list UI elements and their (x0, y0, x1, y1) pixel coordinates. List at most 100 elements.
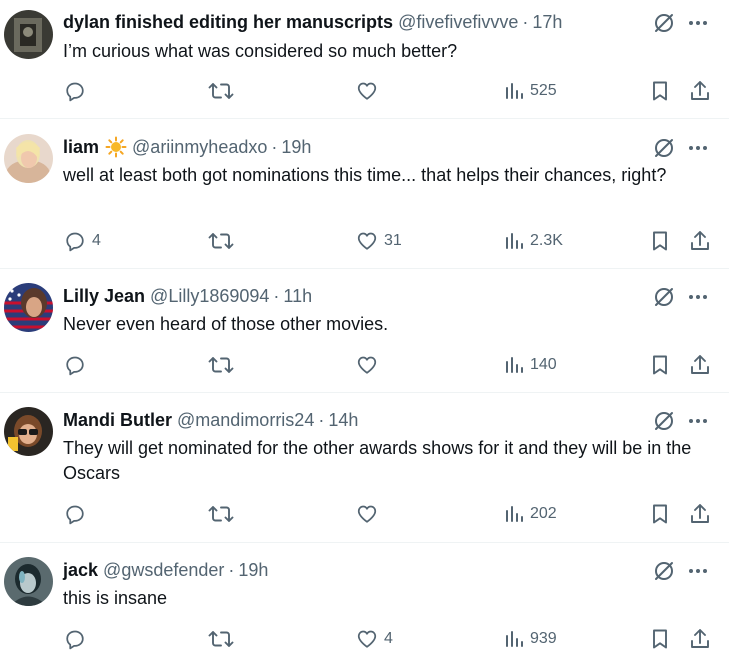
display-name[interactable]: Mandi Butler (63, 408, 172, 432)
tweet[interactable]: liam @ariinmyheadxo · 19h well at least … (0, 119, 729, 269)
bookmark-button[interactable] (650, 78, 670, 104)
tweet[interactable]: Mandi Butler @mandimorris24 · 14h They w… (0, 393, 729, 543)
grok-icon[interactable] (651, 558, 677, 584)
timestamp[interactable]: 11h (283, 284, 312, 308)
bookmark-button[interactable] (650, 228, 670, 254)
views-button[interactable]: 939 (504, 626, 557, 652)
share-button[interactable] (689, 626, 711, 652)
views-button[interactable]: 140 (504, 352, 557, 378)
handle[interactable]: @mandimorris24 (177, 408, 314, 432)
tweet-text: this is insane (63, 588, 168, 608)
share-button[interactable] (689, 228, 711, 254)
share-icon (691, 355, 709, 374)
like-button[interactable] (356, 501, 384, 527)
bookmark-icon (653, 504, 667, 524)
tweet[interactable]: dylan finished editing her manuscripts @… (0, 0, 729, 119)
tweet[interactable]: jack @gwsdefender · 19h this is insane 4… (0, 543, 729, 658)
handle[interactable]: @ariinmyheadxo (132, 135, 267, 159)
share-button[interactable] (689, 501, 711, 527)
retweet-icon (208, 233, 234, 249)
like-count: 31 (384, 232, 402, 249)
handle[interactable]: @gwsdefender (103, 558, 224, 582)
more-icon[interactable] (685, 408, 711, 434)
bookmark-button[interactable] (650, 352, 670, 378)
views-chart-icon (506, 233, 523, 249)
reply-button[interactable] (64, 626, 92, 652)
view-count: 525 (530, 82, 557, 99)
more-icon[interactable] (685, 10, 711, 36)
heart-icon (357, 356, 377, 374)
retweet-icon (208, 357, 234, 373)
reply-count: 4 (92, 232, 101, 249)
like-button[interactable]: 4 (356, 626, 393, 652)
share-icon (691, 629, 709, 648)
timestamp[interactable]: 17h (532, 10, 562, 34)
avatar[interactable] (4, 557, 53, 606)
bookmark-icon (653, 355, 667, 375)
grok-icon[interactable] (651, 284, 677, 310)
view-count: 202 (530, 505, 557, 522)
views-button[interactable]: 2.3K (504, 228, 563, 254)
view-count: 140 (530, 356, 557, 373)
display-name[interactable]: Lilly Jean (63, 284, 145, 308)
grok-icon[interactable] (651, 408, 677, 434)
display-name[interactable]: dylan finished editing her manuscripts (63, 10, 393, 34)
heart-icon (357, 232, 377, 250)
reply-button[interactable] (64, 78, 92, 104)
separator: · (318, 410, 325, 430)
share-button[interactable] (689, 78, 711, 104)
view-count: 2.3K (530, 232, 563, 249)
views-button[interactable]: 525 (504, 78, 557, 104)
reply-button[interactable] (64, 352, 92, 378)
avatar[interactable] (4, 10, 53, 59)
share-icon (691, 231, 709, 250)
retweet-icon (208, 506, 234, 522)
separator: · (522, 12, 529, 32)
avatar[interactable] (4, 283, 53, 332)
bookmark-button[interactable] (650, 626, 670, 652)
display-name[interactable]: liam (63, 135, 99, 159)
grok-icon[interactable] (651, 135, 677, 161)
like-button[interactable] (356, 78, 384, 104)
retweet-button[interactable] (208, 352, 234, 378)
reply-icon (66, 630, 84, 650)
avatar[interactable] (4, 407, 53, 456)
timestamp[interactable]: 14h (328, 408, 358, 432)
bookmark-button[interactable] (650, 501, 670, 527)
views-chart-icon (506, 357, 523, 373)
timestamp[interactable]: 19h (281, 135, 311, 159)
views-button[interactable]: 202 (504, 501, 557, 527)
retweet-button[interactable] (208, 501, 234, 527)
reply-button[interactable] (64, 501, 92, 527)
share-icon (691, 81, 709, 100)
like-count: 4 (384, 630, 393, 647)
tweet-text: They will get nominated for the other aw… (63, 438, 692, 483)
tweet-text: well at least both got nominations this … (63, 165, 667, 185)
more-icon[interactable] (685, 558, 711, 584)
timestamp[interactable]: 19h (238, 558, 268, 582)
view-count: 939 (530, 630, 557, 647)
tweet[interactable]: Lilly Jean @Lilly1869094 · 11h Never eve… (0, 269, 729, 393)
heart-icon (357, 630, 377, 648)
like-button[interactable] (356, 352, 384, 378)
retweet-button[interactable] (208, 626, 234, 652)
reply-icon (66, 356, 84, 376)
display-name[interactable]: jack (63, 558, 98, 582)
more-icon[interactable] (685, 135, 711, 161)
separator: · (273, 286, 280, 306)
handle[interactable]: @fivefivefivvve (398, 10, 518, 34)
sun-emoji (105, 136, 127, 158)
retweet-button[interactable] (208, 228, 234, 254)
share-button[interactable] (689, 352, 711, 378)
grok-icon[interactable] (651, 10, 677, 36)
handle[interactable]: @Lilly1869094 (150, 284, 269, 308)
share-icon (691, 504, 709, 523)
reply-icon (66, 232, 84, 252)
retweet-button[interactable] (208, 78, 234, 104)
avatar[interactable] (4, 134, 53, 183)
like-button[interactable]: 31 (356, 228, 402, 254)
bookmark-icon (653, 231, 667, 251)
more-icon[interactable] (685, 284, 711, 310)
reply-button[interactable]: 4 (64, 228, 101, 254)
retweet-icon (208, 83, 234, 99)
